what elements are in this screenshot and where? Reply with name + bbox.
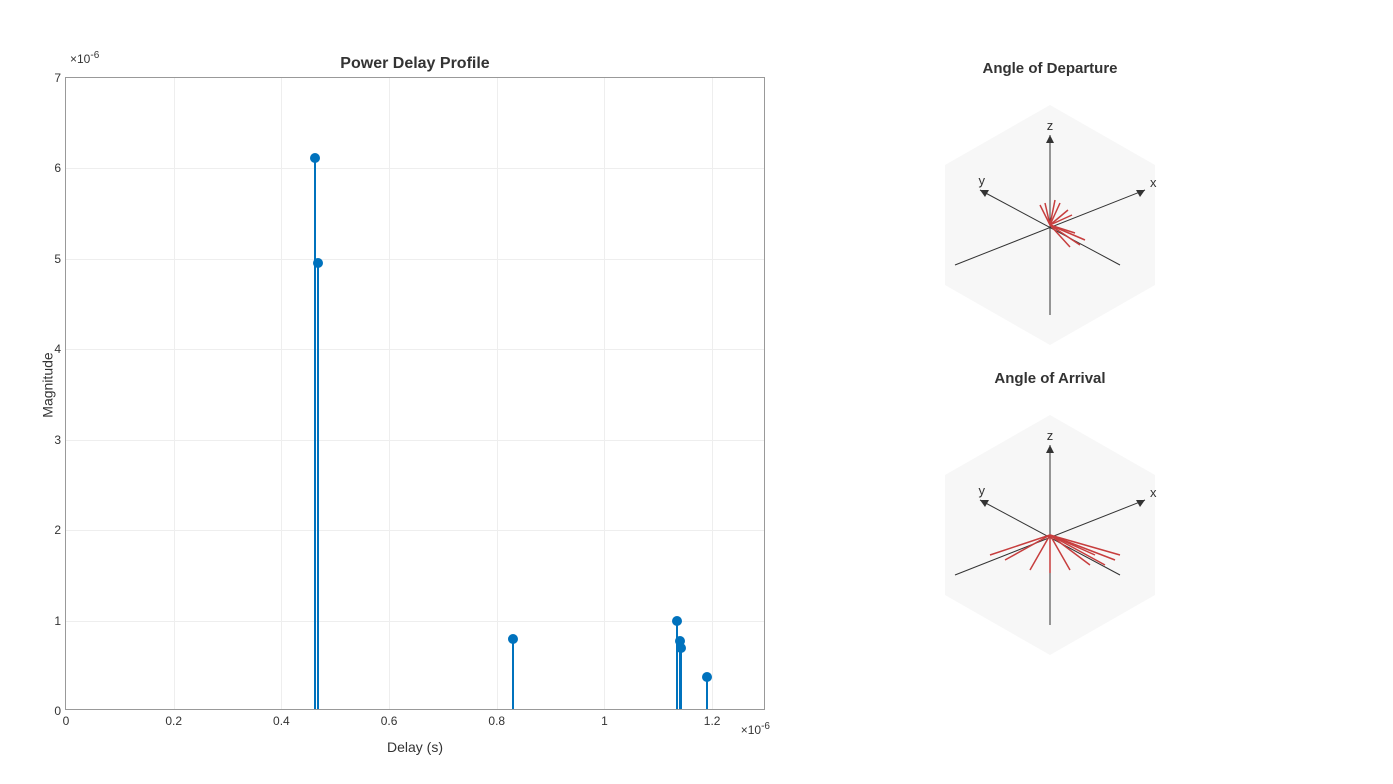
x-label: x [1150, 485, 1157, 500]
chart-title: Power Delay Profile [65, 55, 765, 73]
x-tick-label: 1.2 [704, 714, 721, 728]
plot-area: 0123456700.20.40.60.811.2 [65, 77, 765, 710]
gridline-h [66, 259, 764, 260]
stem-line [680, 646, 682, 709]
gridline-v [604, 78, 605, 709]
y-axis-exponent: ×10-6 [70, 50, 99, 66]
y-label: y [979, 173, 986, 188]
y-tick-label: 5 [54, 252, 61, 266]
aod-title: Angle of Departure [900, 60, 1200, 77]
y-label: y [979, 483, 986, 498]
z-label: z [1047, 428, 1054, 443]
aod-plot: z x y [910, 95, 1190, 355]
angle-of-arrival-chart: Angle of Arrival z x y [900, 370, 1200, 670]
y-tick-label: 2 [54, 523, 61, 537]
x-tick-label: 0.8 [488, 714, 505, 728]
stem-marker [672, 616, 682, 626]
stem-line [512, 637, 514, 709]
gridline-v [281, 78, 282, 709]
power-delay-profile-chart: Power Delay Profile ×10-6 Magnitude 0123… [65, 60, 765, 710]
x-tick-label: 0.2 [165, 714, 182, 728]
y-tick-label: 0 [54, 704, 61, 718]
gridline-v [497, 78, 498, 709]
y-tick-label: 3 [54, 433, 61, 447]
stem-marker [310, 153, 320, 163]
x-tick-label: 0 [63, 714, 70, 728]
stem-line [314, 156, 316, 709]
gridline-h [66, 530, 764, 531]
x-axis-exponent: ×10-6 [741, 721, 770, 737]
x-tick-label: 0.6 [381, 714, 398, 728]
y-tick-label: 6 [54, 161, 61, 175]
gridline-h [66, 168, 764, 169]
stem-marker [702, 672, 712, 682]
gridline-h [66, 621, 764, 622]
x-axis-label: Delay (s) [65, 739, 765, 755]
x-tick-label: 1 [601, 714, 608, 728]
aoa-title: Angle of Arrival [900, 370, 1200, 387]
stem-marker [508, 634, 518, 644]
y-axis-label: Magnitude [40, 352, 56, 417]
angle-of-departure-chart: Angle of Departure z x y [900, 60, 1200, 360]
x-label: x [1150, 175, 1157, 190]
figure-container: Power Delay Profile ×10-6 Magnitude 0123… [0, 0, 1393, 784]
x-tick-label: 0.4 [273, 714, 290, 728]
gridline-v [389, 78, 390, 709]
gridline-v [174, 78, 175, 709]
stem-line [676, 619, 678, 709]
y-tick-label: 1 [54, 614, 61, 628]
gridline-h [66, 349, 764, 350]
stem-marker [676, 643, 686, 653]
y-tick-label: 7 [54, 71, 61, 85]
gridline-h [66, 440, 764, 441]
aoa-plot: z x y [910, 405, 1190, 665]
y-tick-label: 4 [54, 342, 61, 356]
z-label: z [1047, 118, 1054, 133]
stem-line [317, 261, 319, 709]
gridline-v [712, 78, 713, 709]
stem-marker [313, 258, 323, 268]
